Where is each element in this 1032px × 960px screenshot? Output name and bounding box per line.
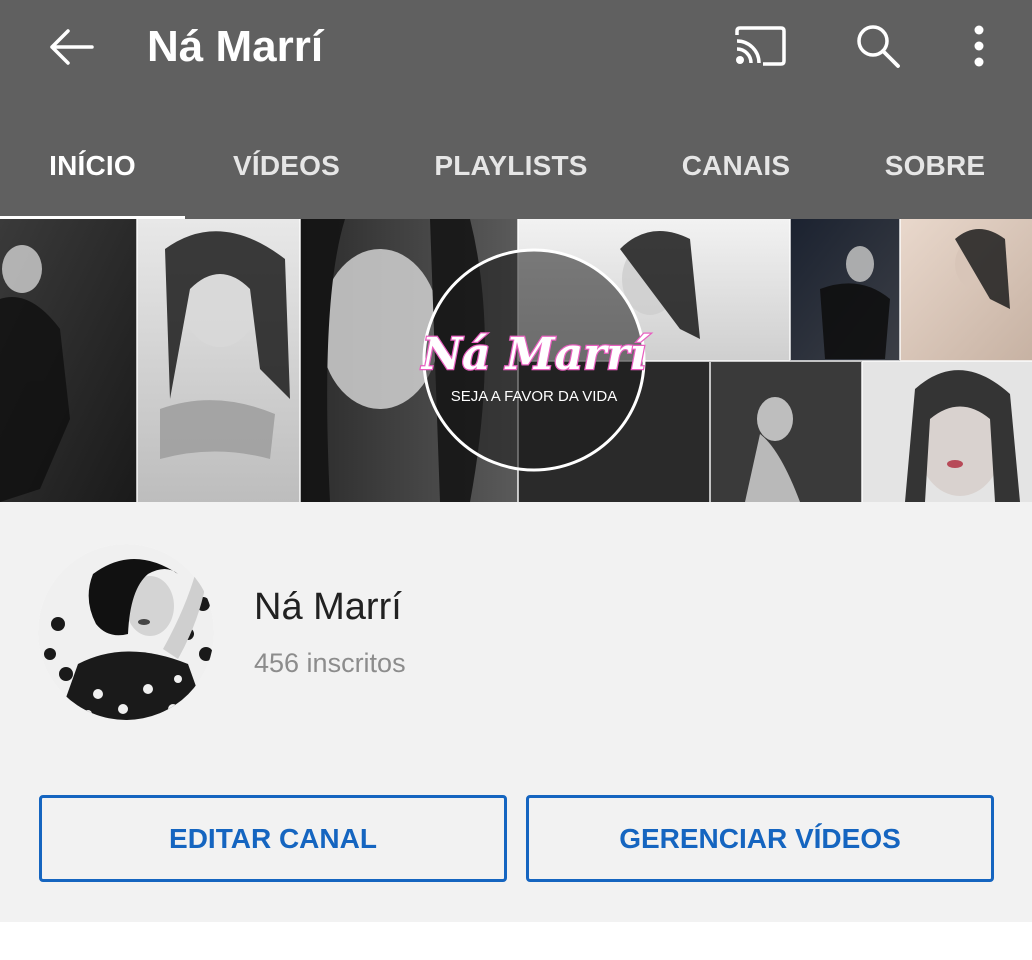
channel-name: Ná Marrí [254, 586, 402, 628]
banner-logo-text: Ná Marrí [420, 329, 651, 380]
banner-tagline: SEJA A FAVOR DA VIDA [451, 388, 617, 405]
channel-info: Ná Marrí 456 inscritos EDITAR CANAL GERE… [0, 502, 1032, 922]
page-title: Ná Marrí [147, 22, 324, 71]
tab-videos[interactable]: VÍDEOS [195, 112, 378, 219]
cast-button[interactable] [728, 18, 792, 74]
search-icon [857, 25, 900, 68]
app-bar: Ná Marrí [0, 0, 1032, 112]
back-button[interactable] [40, 20, 100, 74]
edit-channel-button[interactable]: EDITAR CANAL [39, 795, 507, 882]
tab-playlists[interactable]: PLAYLISTS [400, 112, 622, 219]
tab-inicio[interactable]: INÍCIO [0, 112, 185, 219]
avatar[interactable] [38, 544, 214, 720]
channel-tabs: INÍCIO VÍDEOS PLAYLISTS CANAIS SOBRE [0, 112, 1032, 221]
search-button[interactable] [846, 18, 910, 74]
manage-videos-button[interactable]: GERENCIAR VÍDEOS [526, 795, 994, 882]
tab-sobre[interactable]: SOBRE [860, 112, 1010, 219]
arrow-back-icon [50, 29, 94, 65]
subscriber-count: 456 inscritos [254, 648, 406, 678]
more-options-button[interactable] [954, 18, 1004, 74]
channel-banner: Ná Marrí SEJA A FAVOR DA VIDA [0, 219, 1032, 502]
content-area [0, 922, 1032, 960]
tab-canais[interactable]: CANAIS [650, 112, 822, 219]
cast-icon [735, 26, 786, 66]
more-vert-icon [974, 25, 984, 67]
